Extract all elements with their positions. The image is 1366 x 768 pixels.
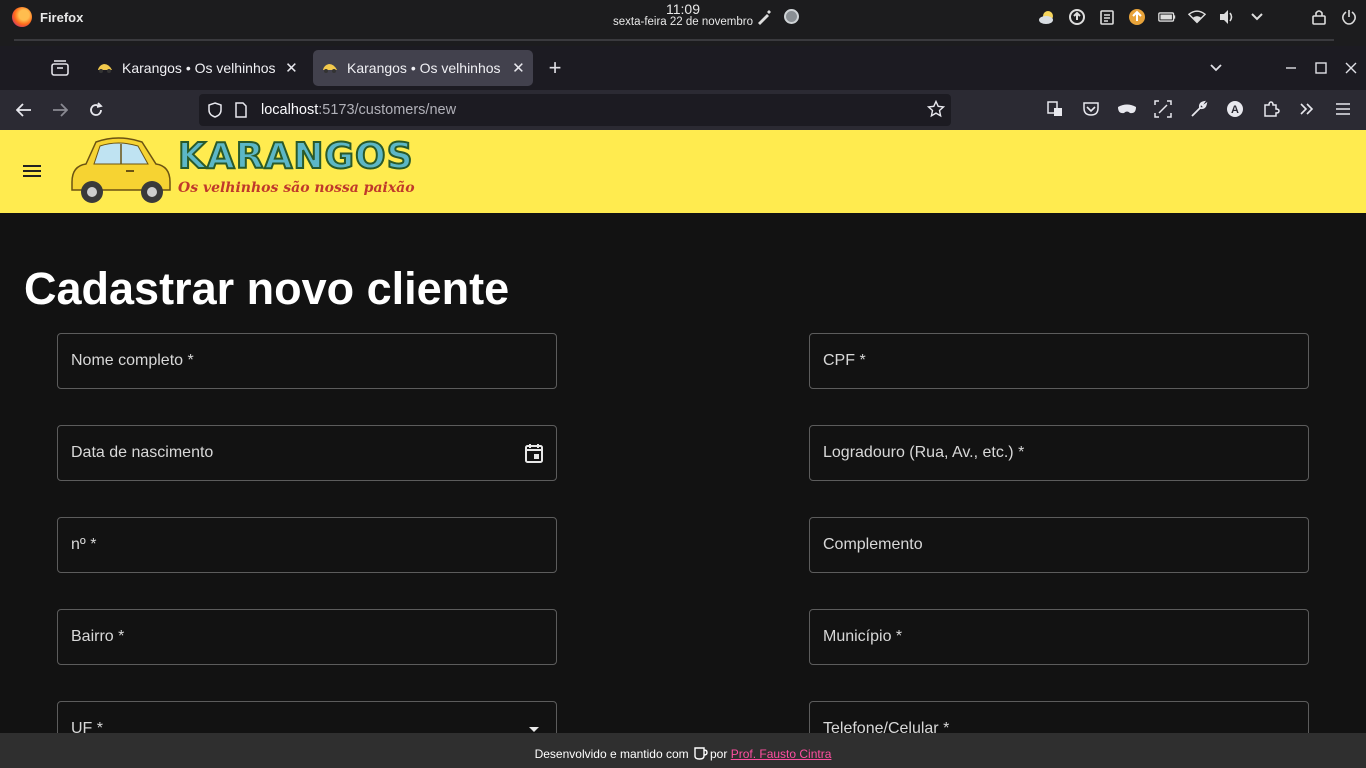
maximize-window-icon[interactable]	[1310, 57, 1332, 79]
hamburger-menu-icon[interactable]	[1332, 98, 1354, 120]
system-top-bar: Firefox 11:09 sexta-feira 22 de novembro	[0, 0, 1366, 34]
footer: Desenvolvido e mantido com por Prof. Fau…	[0, 733, 1366, 768]
coffee-mug-icon	[694, 747, 708, 760]
reload-icon[interactable]	[84, 98, 108, 122]
overflow-chevrons-icon[interactable]	[1296, 98, 1318, 120]
karangos-logo[interactable]: KARANGOS Os velhinhos são nossa paixão	[68, 134, 415, 206]
yellow-car-icon	[71, 137, 171, 203]
back-arrow-icon[interactable]	[12, 98, 36, 122]
tab-karangos-2[interactable]: Karangos • Os velhinhos são nossa paixão…	[313, 50, 533, 86]
field-label: nº *	[71, 536, 97, 553]
municipio-field[interactable]: Município *	[809, 609, 1309, 665]
page-info-icon[interactable]	[234, 102, 248, 123]
updates-icon[interactable]	[1068, 8, 1086, 26]
account-avatar-icon[interactable]: A	[1224, 98, 1246, 120]
field-label: Logradouro (Rua, Av., etc.) *	[823, 444, 1025, 461]
url-text[interactable]: localhost:5173/customers/new	[261, 102, 456, 118]
system-tray	[1038, 8, 1358, 26]
field-label: Data de nascimento	[71, 444, 214, 461]
tray-chevron-down-icon[interactable]	[1248, 8, 1266, 26]
reader-extension-icon[interactable]	[1044, 98, 1066, 120]
screenshot-icon[interactable]	[1152, 98, 1174, 120]
battery-icon[interactable]	[1158, 8, 1176, 26]
minimize-window-icon[interactable]	[1280, 57, 1302, 79]
field-label: Município *	[823, 628, 903, 645]
volume-icon[interactable]	[1218, 8, 1236, 26]
url-path: :5173/customers/new	[318, 102, 457, 118]
extensions-puzzle-icon[interactable]	[1260, 98, 1282, 120]
private-mask-icon[interactable]	[1116, 98, 1138, 120]
tab-title: Karangos • Os velhinhos são nossa paixão	[347, 60, 504, 76]
complemento-field[interactable]: Complemento	[809, 517, 1309, 573]
field-label: Bairro *	[71, 628, 125, 645]
clipboard-icon[interactable]	[1098, 8, 1116, 26]
bairro-field[interactable]: Bairro *	[57, 609, 557, 665]
logradouro-field[interactable]: Logradouro (Rua, Av., etc.) *	[809, 425, 1309, 481]
nome-completo-field[interactable]: Nome completo *	[57, 333, 557, 389]
car-favicon-icon	[96, 62, 114, 74]
cpf-field[interactable]: CPF *	[809, 333, 1309, 389]
car-favicon-icon	[321, 62, 339, 74]
power-icon[interactable]	[1340, 8, 1358, 26]
numero-field[interactable]: nº *	[57, 517, 557, 573]
footer-by: por	[710, 747, 728, 761]
tab-title: Karangos • Os velhinhos são nossa paixão	[122, 60, 277, 76]
data-nascimento-field[interactable]: Data de nascimento	[57, 425, 557, 481]
logo-title: KARANGOS	[177, 135, 414, 178]
tracking-protection-shield-icon[interactable]	[207, 102, 223, 123]
field-label: Complemento	[823, 536, 923, 553]
extensions-toolbar: A	[1044, 98, 1354, 120]
address-bar[interactable]: localhost:5173/customers/new	[199, 94, 951, 126]
app-header: KARANGOS Os velhinhos são nossa paixão	[0, 130, 1366, 213]
wifi-icon[interactable]	[1188, 8, 1206, 26]
url-host: localhost	[261, 102, 319, 118]
logo-subtitle: Os velhinhos são nossa paixão	[178, 180, 415, 196]
tab-bar: Karangos • Os velhinhos são nossa paixão…	[0, 46, 1366, 90]
navigation-toolbar: localhost:5173/customers/new A	[0, 90, 1366, 130]
field-label: Nome completo *	[71, 352, 194, 369]
weather-icon[interactable]	[1038, 8, 1056, 26]
calendar-icon[interactable]	[523, 442, 545, 464]
main-content: Cadastrar novo cliente Nome completo * C…	[0, 213, 1366, 768]
close-tab-icon[interactable]: ✕	[512, 59, 525, 77]
upload-icon[interactable]	[1128, 8, 1146, 26]
forward-arrow-icon[interactable]	[48, 98, 72, 122]
field-label: CPF *	[823, 352, 866, 369]
menu-icon[interactable]	[21, 161, 43, 181]
new-tab-plus-icon[interactable]: +	[544, 55, 566, 80]
firefox-view-icon[interactable]	[49, 57, 71, 79]
bookmark-star-icon[interactable]	[926, 99, 946, 123]
close-window-icon[interactable]	[1340, 57, 1362, 79]
svg-text:A: A	[1231, 104, 1239, 116]
footer-prefix: Desenvolvido e mantido com	[534, 747, 689, 761]
list-tabs-chevron-icon[interactable]	[1205, 57, 1227, 79]
author-link[interactable]: Prof. Fausto Cintra	[731, 747, 832, 761]
pocket-icon[interactable]	[1080, 98, 1102, 120]
tab-karangos-1[interactable]: Karangos • Os velhinhos são nossa paixão…	[88, 50, 306, 86]
lock-icon[interactable]	[1310, 8, 1328, 26]
developer-wrench-icon[interactable]	[1188, 98, 1210, 120]
close-tab-icon[interactable]: ✕	[285, 59, 298, 77]
page-title: Cadastrar novo cliente	[24, 263, 510, 314]
window-list-strip	[0, 34, 1366, 46]
